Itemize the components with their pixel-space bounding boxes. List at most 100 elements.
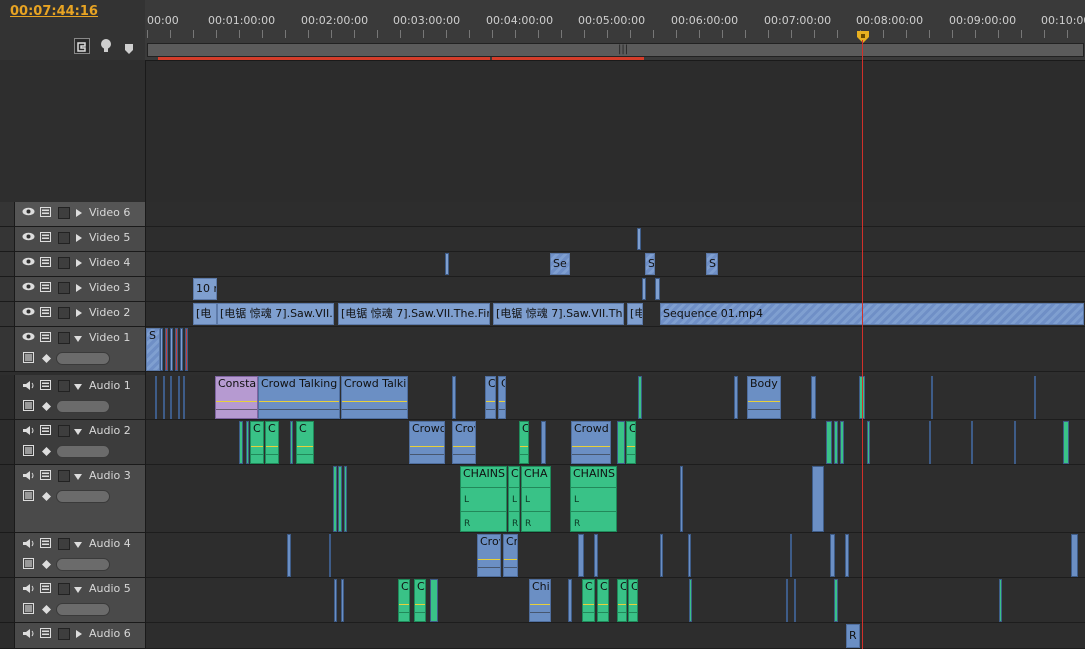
audio2-clip[interactable]: [239, 421, 243, 464]
keyframe-diamond-icon[interactable]: [42, 605, 51, 617]
audio4-clip[interactable]: [688, 534, 691, 577]
set-marker-icon[interactable]: [124, 40, 134, 54]
audio4-clip[interactable]: [578, 534, 584, 577]
audio4-clip[interactable]: [287, 534, 291, 577]
zoom-scrollbar[interactable]: [147, 43, 1084, 57]
audio2-clip[interactable]: C: [519, 421, 529, 464]
audio5-clip[interactable]: [430, 579, 438, 622]
audio2-clip[interactable]: Crowd: [571, 421, 611, 464]
video1-clip[interactable]: [175, 328, 178, 371]
audio2-clip[interactable]: [840, 421, 844, 464]
track-lock-toggle[interactable]: [58, 628, 70, 640]
keyframe-navigator[interactable]: [56, 400, 110, 413]
keyframe-display-icon[interactable]: [23, 352, 34, 366]
audio2-clip[interactable]: C: [250, 421, 264, 464]
eye-icon[interactable]: [22, 257, 35, 269]
speaker-icon[interactable]: [22, 583, 36, 597]
video2-clip[interactable]: [电锯 惊魂 7].Saw.VII.The.Fin: [338, 303, 490, 325]
audio1-clip[interactable]: [638, 376, 642, 419]
video3-clip[interactable]: [642, 278, 646, 300]
audio1-clip[interactable]: [170, 376, 172, 419]
audio1-clip[interactable]: C: [498, 376, 506, 419]
audio5-clip[interactable]: C: [398, 579, 410, 622]
video2-clip[interactable]: [电锯 惊魂 7].Saw.VII.: [217, 303, 334, 325]
audio3-clip[interactable]: [812, 466, 824, 532]
audio1-clip[interactable]: Crowd Talkir: [341, 376, 408, 419]
audio5-clip[interactable]: [689, 579, 692, 622]
audio5-clip[interactable]: C: [414, 579, 426, 622]
expand-toggle-icon[interactable]: [76, 209, 82, 217]
waveform-display-icon[interactable]: [23, 490, 34, 504]
audio2-clip[interactable]: C: [626, 421, 636, 464]
audio1-clip[interactable]: Constar: [215, 376, 258, 419]
audio5-clip[interactable]: C: [617, 579, 627, 622]
audio2-clip[interactable]: [826, 421, 832, 464]
audio6-clip[interactable]: R: [846, 624, 860, 648]
audio5-clip[interactable]: [834, 579, 838, 622]
audio4-clip[interactable]: [660, 534, 663, 577]
track-lane-audio6[interactable]: [146, 623, 1085, 649]
video2-clip[interactable]: [电: [193, 303, 217, 325]
video1-clip[interactable]: [180, 328, 183, 371]
waveform-display-icon[interactable]: [23, 603, 34, 617]
track-lock-toggle[interactable]: [58, 257, 70, 269]
audio5-clip[interactable]: [568, 579, 572, 622]
expand-toggle-icon[interactable]: [76, 630, 82, 638]
expand-toggle-icon[interactable]: [76, 309, 82, 317]
audio2-clip[interactable]: Crov: [452, 421, 476, 464]
video2-clip[interactable]: Sequence 01.mp4: [660, 303, 1084, 325]
speaker-icon[interactable]: [22, 425, 36, 439]
audio2-clip[interactable]: [929, 421, 931, 464]
audio4-clip[interactable]: Crov: [477, 534, 501, 577]
speaker-icon[interactable]: [22, 628, 36, 642]
audio2-clip[interactable]: [290, 421, 293, 464]
audio3-clip[interactable]: CHA L R: [521, 466, 551, 532]
eye-icon[interactable]: [22, 332, 35, 344]
keyframe-navigator[interactable]: [56, 490, 110, 503]
eye-icon[interactable]: [22, 282, 35, 294]
current-timecode[interactable]: 00:07:44:16: [10, 4, 98, 19]
audio2-clip[interactable]: [246, 421, 249, 464]
expand-toggle-icon[interactable]: [76, 284, 82, 292]
keyframe-diamond-icon[interactable]: [42, 447, 51, 459]
expand-toggle-icon[interactable]: [74, 429, 82, 435]
waveform-display-icon[interactable]: [23, 400, 34, 414]
track-output-icon[interactable]: [40, 307, 51, 320]
audio1-clip[interactable]: Body: [747, 376, 781, 419]
audio3-clip[interactable]: [338, 466, 342, 532]
track-lane-audio5[interactable]: [146, 578, 1085, 623]
audio3-clip[interactable]: C L R: [508, 466, 520, 532]
audio1-clip[interactable]: Crowd Talking: [258, 376, 340, 419]
audio5-clip[interactable]: [794, 579, 796, 622]
playhead-line[interactable]: [862, 40, 863, 649]
track-output-icon[interactable]: [40, 232, 51, 245]
keyframe-diamond-icon[interactable]: [42, 354, 51, 366]
speaker-icon[interactable]: [22, 538, 36, 552]
track-lock-toggle[interactable]: [58, 207, 70, 219]
audio4-clip[interactable]: [845, 534, 849, 577]
track-output-icon[interactable]: [40, 425, 51, 438]
speaker-icon[interactable]: [22, 470, 36, 484]
track-output-icon[interactable]: [40, 257, 51, 270]
audio2-clip[interactable]: [867, 421, 870, 464]
waveform-display-icon[interactable]: [23, 445, 34, 459]
expand-toggle-icon[interactable]: [76, 234, 82, 242]
track-output-icon[interactable]: [40, 332, 51, 345]
video1-clip[interactable]: [165, 328, 168, 371]
track-output-icon[interactable]: [40, 282, 51, 295]
video1-clip[interactable]: [185, 328, 188, 371]
audio4-clip[interactable]: [830, 534, 835, 577]
keyframe-navigator[interactable]: [56, 352, 110, 365]
video4-clip[interactable]: [445, 253, 449, 275]
expand-toggle-icon[interactable]: [74, 384, 82, 390]
audio1-clip[interactable]: [452, 376, 456, 419]
audio1-clip[interactable]: [163, 376, 165, 419]
audio2-clip[interactable]: [617, 421, 625, 464]
keyframe-diamond-icon[interactable]: [42, 560, 51, 572]
expand-toggle-icon[interactable]: [76, 259, 82, 267]
audio1-clip[interactable]: [183, 376, 185, 419]
keyframe-diamond-icon[interactable]: [42, 402, 51, 414]
track-lane-video4[interactable]: [146, 252, 1085, 277]
audio2-clip[interactable]: C: [265, 421, 279, 464]
expand-toggle-icon[interactable]: [74, 587, 82, 593]
